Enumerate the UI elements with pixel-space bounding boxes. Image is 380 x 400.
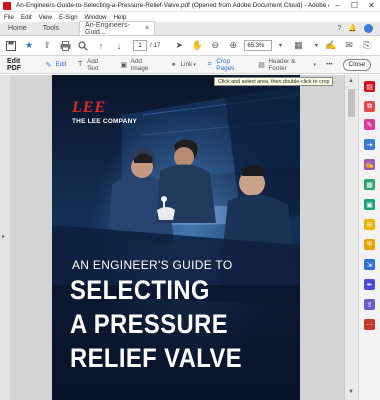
close-window-button[interactable]: ✕	[363, 0, 380, 12]
account-icon[interactable]	[364, 23, 373, 33]
link-dropdown-icon: ▾	[193, 61, 196, 68]
more-tools-button[interactable]: •••	[326, 61, 333, 68]
crop-pages-label: Crop Pages	[216, 57, 235, 72]
add-image-icon: ▣	[120, 61, 128, 69]
edit-pdf-title: Edit PDF	[7, 57, 21, 72]
lee-logo-mark: LEE	[72, 99, 107, 116]
minimize-button[interactable]: –	[329, 0, 346, 12]
scan-ocr-icon[interactable]: ▣	[364, 199, 375, 210]
zoom-out-icon[interactable]: ⊖	[208, 39, 222, 53]
right-tools-panel: ▤ ⧉ ✎ ⇥ ✍ ▦ ▣ ✉ ⛨ ⇲ ✒ ⇪ ⋯	[358, 75, 380, 400]
notifications-icon[interactable]: 🔔	[348, 24, 357, 32]
menu-window[interactable]: Window	[85, 14, 107, 21]
edit-tool-button[interactable]: ✎ Edit	[44, 61, 67, 69]
combine-files-icon[interactable]: ⧉	[364, 101, 375, 112]
page-view-dropdown-icon[interactable]: ▾	[309, 39, 323, 53]
help-icon[interactable]: ?	[337, 25, 341, 32]
header-footer-icon: ▤	[258, 61, 265, 69]
lee-company-name: THE LEE COMPANY	[72, 118, 137, 125]
header-footer-button[interactable]: ▤ Header & Footer ▾	[258, 58, 316, 72]
share-icon[interactable]: ⎘	[360, 39, 374, 53]
add-text-label: Add Text	[86, 57, 99, 72]
edit-icon: ✎	[45, 61, 52, 69]
organize-pages-icon[interactable]: ▦	[364, 179, 375, 190]
compress-pdf-icon[interactable]: ⇲	[364, 259, 375, 270]
main-toolbar: ★ ⇪ ↑ ↓ 1 / 17 ➤ ✋ ⊖ ⊕ 65.3% ▾ ▦ ▾ ✍ ✉ ⎘	[0, 36, 380, 56]
header-footer-label: Header & Footer	[268, 57, 296, 72]
add-text-button[interactable]: T Add Text	[76, 58, 110, 72]
print-icon[interactable]	[58, 39, 72, 53]
scroll-down-icon[interactable]: ▼	[348, 389, 354, 395]
cover-subtitle: AN ENGINEER'S GUIDE TO	[72, 258, 233, 272]
pdf-page[interactable]: LEE THE LEE COMPANY AN ENGINEER'S GUIDE …	[52, 75, 300, 400]
bookmark-star-icon[interactable]: ★	[22, 39, 36, 53]
request-esignature-icon[interactable]: ✒	[364, 279, 375, 290]
add-image-button[interactable]: ▣ Add Image	[120, 58, 159, 72]
menu-file[interactable]: File	[4, 14, 14, 21]
page-up-icon[interactable]: ↑	[94, 39, 108, 53]
vertical-scrollbar[interactable]: ▲ ▼	[344, 75, 358, 400]
link-button[interactable]: ⚭ Link ▾	[170, 61, 196, 69]
menu-esign[interactable]: E-Sign	[59, 14, 78, 21]
tab-close-icon[interactable]: ×	[145, 25, 149, 32]
zoom-in-icon[interactable]: ⊕	[226, 39, 240, 53]
link-icon: ⚭	[170, 61, 177, 69]
menu-help[interactable]: Help	[114, 14, 127, 21]
page-view-icon[interactable]: ▦	[291, 39, 305, 53]
cover-title-line-3: RELIEF VALVE	[70, 343, 243, 373]
search-icon[interactable]	[76, 39, 90, 53]
fill-sign-icon[interactable]: ✍	[364, 159, 375, 170]
protect-icon[interactable]: ⛨	[364, 239, 375, 250]
more-tools-icon[interactable]: ⋯	[364, 319, 375, 330]
crop-pages-button[interactable]: ⌗ Crop Pages	[206, 58, 248, 72]
title-bar: An-Engineers-Guide-to-Selecting-a-Pressu…	[0, 0, 380, 12]
send-for-comments-icon[interactable]: ⇪	[364, 299, 375, 310]
lee-company-logo: LEE THE LEE COMPANY	[72, 99, 137, 125]
cover-title-line-2: A PRESSURE	[70, 309, 229, 339]
save-icon[interactable]	[4, 39, 18, 53]
zoom-level-select[interactable]: 65.3%	[244, 40, 273, 51]
edit-pdf-tool-icon[interactable]: ✎	[364, 119, 375, 130]
crop-icon: ⌗	[207, 60, 212, 68]
comment-icon[interactable]: ✉	[364, 219, 375, 230]
upload-icon[interactable]: ⇪	[40, 39, 54, 53]
window-title: An-Engineers-Guide-to-Selecting-a-Pressu…	[16, 2, 329, 9]
zoom-dropdown-icon[interactable]: ▾	[273, 39, 287, 53]
hand-tool-icon[interactable]: ✋	[190, 39, 204, 53]
scrollbar-thumb[interactable]	[348, 89, 355, 117]
cover-title-line-1: SELECTING	[70, 275, 210, 305]
select-cursor-icon[interactable]: ➤	[172, 39, 186, 53]
email-icon[interactable]: ✉	[342, 39, 356, 53]
crop-pages-tooltip: Click and select area, then double-click…	[214, 77, 334, 86]
page-total: / 17	[150, 42, 161, 49]
tab-document-label: An-Engineers-Guid...	[85, 21, 130, 36]
page-number-input[interactable]: 1	[133, 40, 147, 51]
create-pdf-icon[interactable]: ▤	[364, 81, 375, 92]
close-edit-button[interactable]: Close	[342, 58, 371, 71]
tab-document[interactable]: An-Engineers-Guid... ×	[79, 21, 156, 36]
add-text-icon: T	[78, 61, 83, 68]
sign-icon[interactable]: ✍	[324, 39, 338, 53]
expand-left-panel-icon[interactable]: ▸	[2, 233, 5, 240]
acrobat-app-icon	[3, 1, 11, 10]
menu-edit[interactable]: Edit	[21, 14, 32, 21]
scroll-up-icon[interactable]: ▲	[348, 78, 354, 84]
add-image-label: Add Image	[130, 57, 149, 72]
header-footer-dropdown-icon: ▾	[313, 61, 316, 68]
page-down-icon[interactable]: ↓	[112, 39, 126, 53]
link-label: Link	[180, 61, 193, 68]
tab-tools[interactable]: Tools	[35, 21, 67, 35]
left-panel-collapsed[interactable]: ▸	[0, 75, 10, 400]
menu-view[interactable]: View	[39, 14, 52, 21]
tab-home[interactable]: Home	[0, 21, 35, 35]
edit-pdf-toolbar: Edit PDF ✎ Edit T Add Text ▣ Add Image ⚭…	[0, 56, 380, 74]
export-pdf-icon[interactable]: ⇥	[364, 139, 375, 150]
edit-tool-label: Edit	[55, 61, 67, 68]
tab-bar: Home Tools An-Engineers-Guid... × ? 🔔	[0, 21, 380, 36]
maximize-button[interactable]: ☐	[346, 0, 363, 12]
